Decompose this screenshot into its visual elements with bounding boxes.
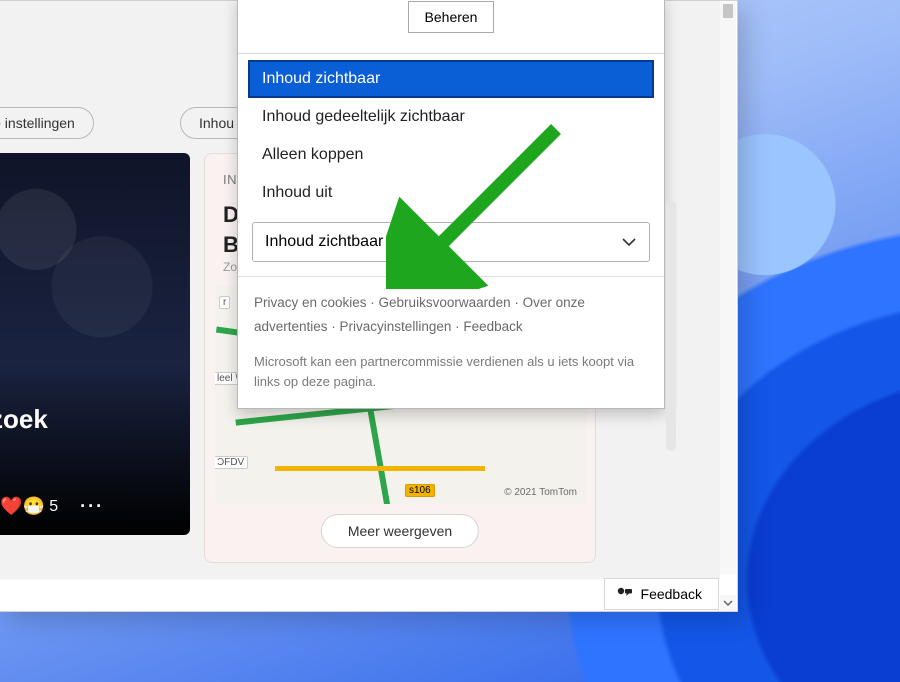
chevron-down-icon <box>621 234 637 250</box>
button-label: Feedback <box>641 586 702 602</box>
feedback-button[interactable]: Feedback <box>604 578 719 610</box>
scrollbar-thumb[interactable] <box>723 4 733 18</box>
reactions-bar[interactable]: 😠❤️😷 5 ··· <box>0 496 104 517</box>
card-title: zoek <box>0 404 48 435</box>
button-label: Meer weergeven <box>348 523 452 539</box>
popover-scrollbar[interactable] <box>666 201 676 451</box>
feedback-icon <box>617 587 633 601</box>
visibility-select[interactable]: Inhoud zichtbaar <box>252 222 650 262</box>
map-attribution: © 2021 TomTom <box>504 487 577 498</box>
option-label: Alleen koppen <box>262 146 363 163</box>
map-label: r <box>219 296 230 309</box>
selected-value: Inhoud zichtbaar <box>265 233 383 251</box>
map-label: s106 <box>405 484 435 497</box>
footer-links[interactable]: Privacy en cookies · Gebruiksvoorwaarden… <box>238 276 664 346</box>
chevron-down-icon <box>723 598 733 608</box>
option-label: Inhoud zichtbaar <box>262 70 380 87</box>
reaction-emojis: 😠❤️😷 <box>0 496 45 517</box>
scroll-down-button[interactable] <box>720 595 736 611</box>
map-label: ƆFDV <box>215 456 248 469</box>
option-content-off[interactable]: Inhoud uit <box>248 174 654 212</box>
show-more-button[interactable]: Meer weergeven <box>321 514 479 548</box>
button-label: Beheren <box>425 9 478 25</box>
manage-button[interactable]: Beheren <box>408 1 495 33</box>
image-overlay <box>0 153 190 535</box>
scrollbar-track[interactable] <box>720 2 736 574</box>
option-label: Inhoud uit <box>262 184 332 201</box>
content-visibility-popover: Beheren Inhoud zichtbaar Inhoud gedeelte… <box>237 0 665 409</box>
option-headlines-only[interactable]: Alleen koppen <box>248 136 654 174</box>
option-content-visible[interactable]: Inhoud zichtbaar <box>248 60 654 98</box>
chip-label: nlijke instellingen <box>0 115 75 131</box>
chip-label: Inhou <box>199 115 234 131</box>
news-card-left[interactable]: zoek 😠❤️😷 5 ··· <box>0 153 190 535</box>
option-content-partial[interactable]: Inhoud gedeeltelijk zichtbaar <box>248 98 654 136</box>
reaction-count: 5 <box>49 498 58 516</box>
chip-personal-settings[interactable]: nlijke instellingen <box>0 107 94 139</box>
browser-window: nlijke instellingen Inhou zoek 😠❤️😷 5 ··… <box>0 0 738 612</box>
option-label: Inhoud gedeeltelijk zichtbaar <box>262 108 465 125</box>
more-menu-icon[interactable]: ··· <box>80 496 104 517</box>
footer-disclaimer: Microsoft kan een partnercommissie verdi… <box>238 346 664 408</box>
visibility-options-list: Inhoud zichtbaar Inhoud gedeeltelijk zic… <box>238 54 664 216</box>
